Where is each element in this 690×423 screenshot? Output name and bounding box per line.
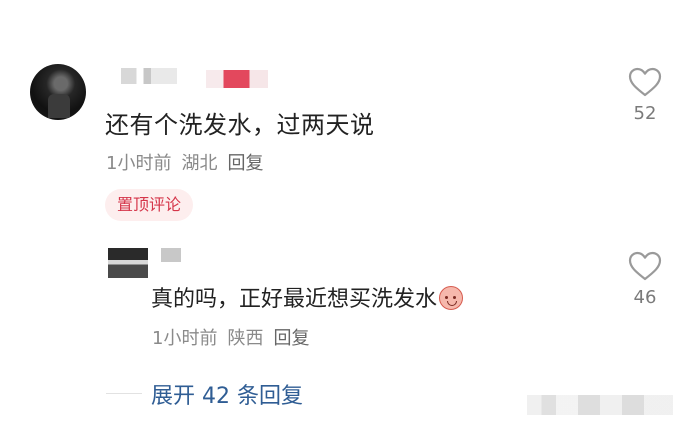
heart-outline-icon (628, 67, 662, 97)
emoji-sticker-icon (439, 286, 464, 310)
reply-avatar[interactable] (108, 248, 148, 278)
reply-text-content: 真的吗，正好最近想买洗发水 (151, 287, 438, 312)
expand-divider (106, 393, 142, 394)
reply-location: 陕西 (227, 328, 264, 349)
like-count: 52 (633, 103, 657, 124)
reply-meta: 1小时前 陕西 回复 (152, 324, 319, 350)
heart-outline-icon (628, 251, 662, 281)
avatar[interactable] (30, 64, 86, 120)
user-badge-blurred (206, 70, 268, 88)
reply-button[interactable]: 回复 (227, 153, 263, 174)
username-blurred[interactable] (121, 68, 177, 84)
reply-username-blurred[interactable] (161, 248, 181, 262)
comment-location: 湖北 (181, 153, 218, 174)
comment-text: 还有个洗发水，过两天说 (105, 111, 375, 139)
reply-reply-button[interactable]: 回复 (273, 328, 309, 349)
reply-time: 1小时前 (152, 328, 218, 349)
reply-like-button[interactable]: 46 (625, 251, 665, 308)
reply-comment-text: 真的吗，正好最近想买洗发水 (151, 281, 464, 313)
expand-replies-link[interactable]: 展开 42 条回复 (151, 378, 303, 410)
pinned-comment-badge: 置顶评论 (105, 189, 194, 221)
like-button[interactable]: 52 (625, 67, 665, 124)
comment-meta: 1小时前 湖北 回复 (106, 149, 273, 175)
reply-like-count: 46 (633, 287, 657, 308)
watermark-blurred (527, 395, 673, 415)
comment-time: 1小时前 (106, 153, 172, 174)
